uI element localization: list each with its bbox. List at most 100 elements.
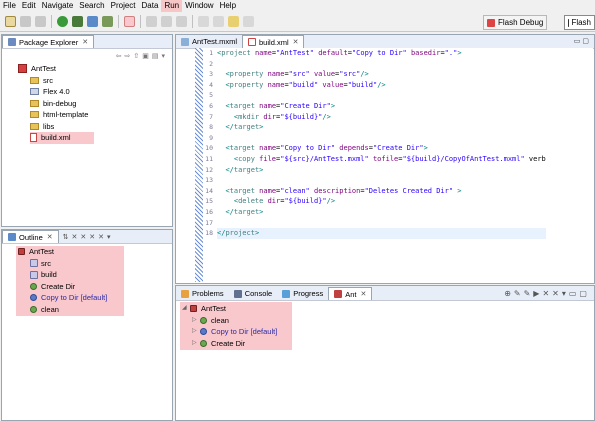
outline-root-label: AntTest: [29, 247, 55, 256]
code-text[interactable]: <project name="AntTest" default="Copy to…: [217, 48, 546, 239]
tab-console-label: Console: [244, 289, 273, 298]
ant-project-icon: [190, 305, 197, 313]
outline-item-create-dir[interactable]: Create Dir: [30, 281, 172, 293]
menu-edit[interactable]: Edit: [19, 0, 39, 12]
close-icon[interactable]: ✕: [82, 38, 88, 46]
problems-icon: [181, 289, 189, 298]
close-icon[interactable]: ✕: [47, 233, 53, 241]
ant-view-panel: Problems Console Progress Ant ✕ ⊕✎✎▶✕✕▾▭▢…: [175, 285, 595, 421]
tree-item-bin-debug[interactable]: bin-debug: [30, 98, 172, 110]
run-icon[interactable]: [57, 16, 68, 27]
tab-build-xml[interactable]: build.xml ✕: [242, 35, 305, 48]
back-arrow-icon[interactable]: [228, 16, 239, 27]
edit-icon-2[interactable]: [161, 16, 172, 27]
code-line[interactable]: <project name="AntTest" default="Copy to…: [217, 48, 546, 59]
save-all-icon[interactable]: [35, 16, 46, 27]
code-line[interactable]: [217, 90, 546, 101]
debug-icon[interactable]: [72, 16, 83, 27]
package-explorer-panel: Package Explorer ✕ ⇦⇨⇧▣▤▾ AntTest src Fl…: [1, 34, 173, 227]
menu-run[interactable]: Run: [161, 0, 183, 12]
code-line[interactable]: <target name="Create Dir">: [217, 101, 546, 112]
tab-ant[interactable]: Ant ✕: [328, 287, 373, 300]
new-icon[interactable]: [5, 16, 16, 27]
line-number: 5: [209, 91, 213, 100]
pin-icon[interactable]: [198, 16, 209, 27]
tab-console[interactable]: Console: [229, 287, 278, 300]
ant-target-copy-to-dir[interactable]: ▷ Copy to Dir [default]: [192, 326, 594, 338]
ant-root-label: AntTest: [201, 304, 227, 313]
tab-anttest-mxml[interactable]: AntTest.mxml: [176, 35, 242, 48]
line-number: 18: [205, 229, 213, 238]
code-line[interactable]: <property name="build" value="build"/>: [217, 80, 546, 91]
ant-view-toolbar-icons[interactable]: ⊕✎✎▶✕✕▾▭▢: [504, 289, 590, 298]
code-line[interactable]: </target>: [217, 207, 546, 218]
menu-search[interactable]: Search: [76, 0, 107, 12]
expand-icon[interactable]: ▷: [192, 315, 200, 327]
tab-outline[interactable]: Outline ✕: [2, 230, 59, 243]
menu-file[interactable]: File: [0, 0, 19, 12]
code-line[interactable]: <copy file="${src}/AntTest.mxml" tofile=…: [217, 154, 546, 165]
tree-item-libs[interactable]: libs: [30, 121, 172, 133]
code-line[interactable]: <target name="clean" description="Delete…: [217, 186, 546, 197]
tree-item-project[interactable]: AntTest: [18, 63, 172, 75]
save-icon[interactable]: [20, 16, 31, 27]
profile-icon[interactable]: [87, 16, 98, 27]
annotation-icon[interactable]: [213, 16, 224, 27]
collapse-icon[interactable]: ◢: [182, 303, 190, 315]
menu-project[interactable]: Project: [108, 0, 139, 12]
code-line[interactable]: [217, 218, 546, 229]
tab-ant-label: Ant: [345, 289, 357, 299]
forward-arrow-icon[interactable]: [243, 16, 254, 27]
outline-item-build[interactable]: build: [30, 269, 172, 281]
line-number: 2: [209, 59, 213, 68]
tree-item-html-template[interactable]: html-template: [30, 109, 172, 121]
tree-item-build-xml[interactable]: build.xml: [30, 132, 94, 144]
outline-root[interactable]: AntTest: [18, 246, 172, 258]
perspective-flash-debug-label: Flash Debug: [498, 18, 544, 27]
code-line[interactable]: <target name="Copy to Dir" depends="Crea…: [217, 143, 546, 154]
toolbar-separator: [118, 15, 119, 28]
window-controls-icons[interactable]: ▭▢: [574, 37, 591, 45]
outline-item-copy-to-dir[interactable]: Copy to Dir [default]: [30, 292, 172, 304]
ant-icon: [334, 290, 343, 298]
code-line[interactable]: </target>: [217, 165, 546, 176]
ant-target-clean[interactable]: ▷ clean: [192, 315, 594, 327]
edit-icon[interactable]: [146, 16, 157, 27]
ant-run-icon[interactable]: [124, 16, 135, 27]
outline-toolbar-icons[interactable]: ⇅✕✕✕✕▾: [63, 233, 114, 241]
progress-icon: [282, 289, 291, 298]
menu-help[interactable]: Help: [217, 0, 239, 12]
perspective-flash[interactable]: Flash: [564, 15, 595, 30]
ant-target-create-dir[interactable]: ▷ Create Dir: [192, 338, 594, 350]
code-line[interactable]: </project>: [217, 228, 546, 239]
tab-progress[interactable]: Progress: [277, 287, 328, 300]
outline-item-src[interactable]: src: [30, 258, 172, 270]
perspective-flash-debug[interactable]: Flash Debug: [483, 15, 548, 30]
tree-item-src[interactable]: src: [30, 75, 172, 87]
ant-target-label: Create Dir: [211, 338, 246, 348]
edit-icon-3[interactable]: [176, 16, 187, 27]
code-editor[interactable]: 1 2 3 4 5 6 7 8 9 10 11 12 13 14 15 16 17 18 <project nam…: [195, 48, 593, 282]
expand-icon[interactable]: ▷: [192, 326, 200, 338]
close-icon[interactable]: ✕: [361, 290, 367, 298]
expand-icon[interactable]: ▷: [192, 338, 200, 350]
outline-item-clean[interactable]: clean: [30, 304, 172, 316]
code-line[interactable]: <property name="src" value="src"/>: [217, 69, 546, 80]
menu-data[interactable]: Data: [139, 0, 162, 12]
menu-window[interactable]: Window: [182, 0, 216, 12]
ant-root[interactable]: ◢ AntTest: [182, 303, 594, 315]
view-toolbar-icons[interactable]: ⇦⇨⇧▣▤▾: [116, 52, 168, 60]
code-line[interactable]: </target>: [217, 122, 546, 133]
external-tools-icon[interactable]: [102, 16, 113, 27]
line-number: 15: [205, 197, 213, 206]
tab-problems[interactable]: Problems: [176, 287, 229, 300]
code-line[interactable]: <mkdir dir="${build}"/>: [217, 112, 546, 123]
tree-item-flex-sdk[interactable]: Flex 4.0: [30, 86, 172, 98]
tab-package-explorer[interactable]: Package Explorer ✕: [2, 35, 95, 48]
close-icon[interactable]: ✕: [293, 38, 299, 46]
menu-navigate[interactable]: Navigate: [39, 0, 77, 12]
code-line[interactable]: [217, 133, 546, 144]
code-line[interactable]: [217, 59, 546, 70]
code-line[interactable]: [217, 175, 546, 186]
code-line[interactable]: <delete dir="${build}"/>: [217, 196, 546, 207]
